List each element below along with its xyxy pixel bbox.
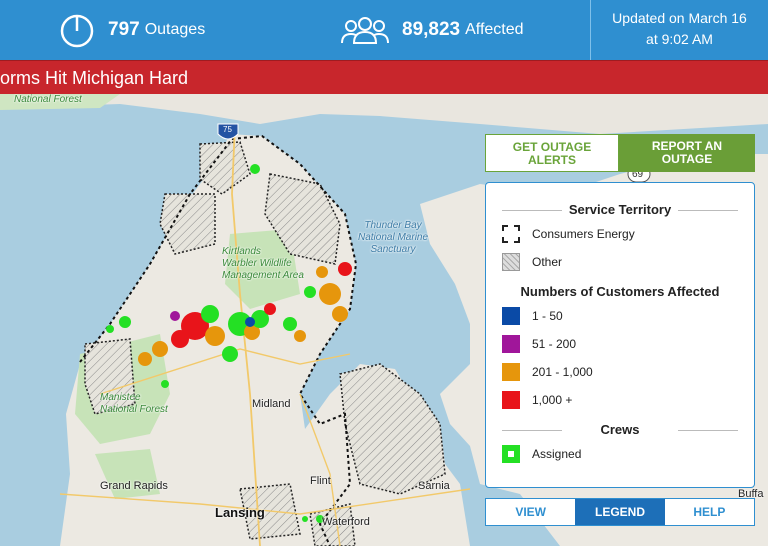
legend-range-51-200: 51 - 200 [502,335,576,353]
get-outage-alerts-button[interactable]: GET OUTAGE ALERTS [485,134,619,172]
waterford-label: Waterford [322,516,370,528]
legend-range-1-50: 1 - 50 [502,307,563,325]
legend-panel: Service Territory Consumers Energy Other… [485,182,755,488]
outages-count: 797 [108,19,140,40]
assigned-label: Assigned [532,447,582,461]
affected-label: Affected [465,21,524,38]
affected-stat: 89,823 Affected [340,0,524,60]
updated-date: Updated on March 16 [612,10,747,26]
crew-swatch [502,445,520,463]
legend-range-201-1000: 201 - 1,000 [502,363,593,381]
kirtlands-label: Kirtlands Warbler Wildlife Management Ar… [222,246,304,281]
legend-range-1000-plus: 1,000 + [502,391,572,409]
alert-banner[interactable]: orms Hit Michigan Hard [0,60,768,94]
legend-crews-assigned: Assigned [502,445,581,463]
consumers-energy-label: Consumers Energy [532,227,635,241]
legend-consumers-energy: Consumers Energy [502,225,635,243]
midland-label: Midland [252,398,291,410]
range-label: 51 - 200 [532,337,577,351]
other-label: Other [532,255,563,269]
hatched-swatch [502,253,520,271]
crews-heading: Crews [486,422,754,437]
tab-view[interactable]: VIEW [486,499,575,525]
manistee-label: Manistee National Forest [100,392,168,415]
people-icon [340,15,390,45]
blue-swatch [502,307,520,325]
dashed-border-swatch [502,225,520,243]
range-label: 201 - 1,000 [532,365,593,379]
outages-stat: 797 Outages [58,0,205,60]
grand-rapids-label: Grand Rapids [100,480,168,492]
interstate-75-label: 75 [223,125,232,134]
flint-label: Flint [310,475,331,487]
status-header: 797 Outages 89,823 Affected Updated on M… [0,0,768,60]
thunder-bay-label: Thunder Bay National Marine Sanctuary [358,220,429,255]
purple-swatch [502,335,520,353]
outages-label: Outages [144,21,206,38]
sarnia-label: Sarnia [418,480,450,492]
orange-swatch [502,363,520,381]
updated-time: at 9:02 AM [646,31,713,47]
range-label: 1 - 50 [532,309,563,323]
affected-count: 89,823 [402,19,461,40]
lansing-label: Lansing [215,505,265,520]
panel-tabs: VIEW LEGEND HELP [485,498,755,526]
last-updated: Updated on March 16 at 9:02 AM [590,0,768,60]
range-label: 1,000 + [532,393,573,407]
legend-other: Other [502,253,562,271]
red-swatch [502,391,520,409]
tab-legend[interactable]: LEGEND [575,499,665,525]
national-forest-label: National Forest [14,94,82,105]
power-icon [58,11,96,49]
service-territory-heading: Service Territory [486,202,754,217]
tab-help[interactable]: HELP [665,499,754,525]
customers-affected-heading: Numbers of Customers Affected [520,284,720,299]
report-outage-button[interactable]: REPORT AN OUTAGE [619,134,755,172]
